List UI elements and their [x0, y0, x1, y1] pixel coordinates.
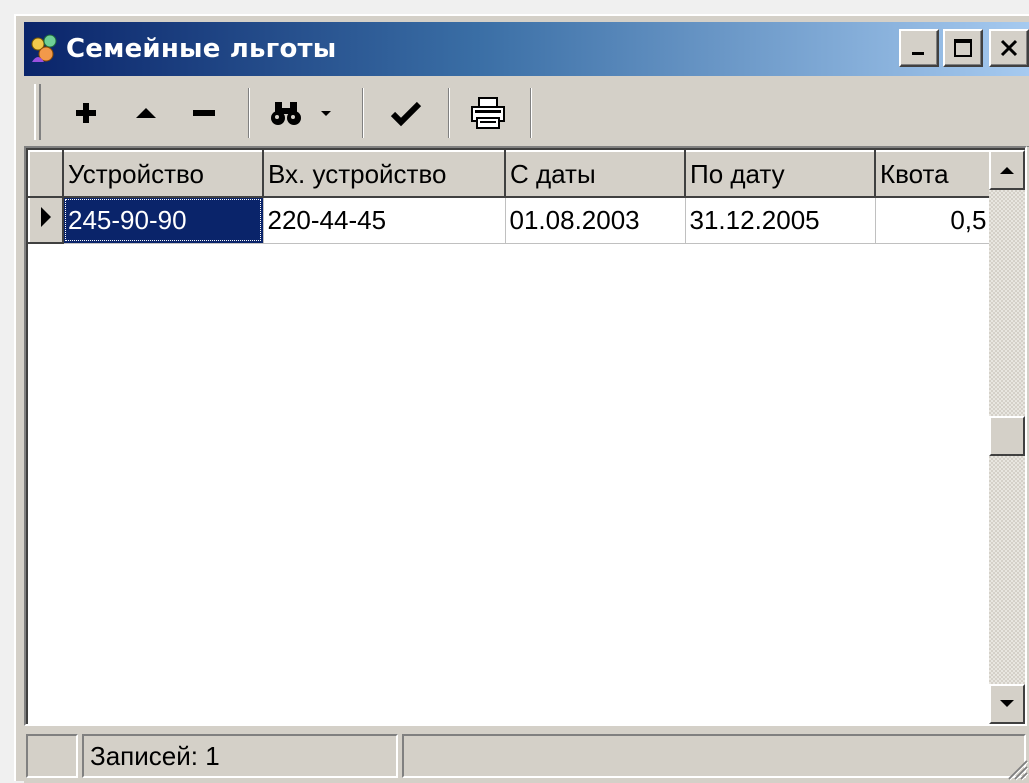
- title-bar[interactable]: Семейные льготы: [24, 22, 1029, 76]
- minus-icon: [193, 110, 215, 116]
- close-button[interactable]: [989, 29, 1029, 67]
- app-window: Семейные льготы Устройство Вх. устройств…: [14, 14, 1029, 783]
- toolbar-separator: [448, 88, 450, 138]
- delete-button[interactable]: [182, 90, 226, 136]
- toolbar-grip[interactable]: [34, 84, 41, 140]
- status-bar: Записей: 1: [24, 728, 1029, 783]
- close-icon: [1000, 39, 1018, 57]
- scroll-up-button[interactable]: [989, 150, 1025, 190]
- data-grid: Устройство Вх. устройство С даты По дату…: [24, 146, 1027, 726]
- row-indicator[interactable]: [28, 196, 64, 244]
- maximize-icon: [954, 39, 972, 57]
- vertical-scrollbar[interactable]: [989, 150, 1025, 724]
- cell-to-date[interactable]: 31.12.2005: [685, 197, 876, 244]
- records-table: Устройство Вх. устройство С даты По дату…: [28, 150, 992, 244]
- cell-in-device[interactable]: 220-44-45: [263, 197, 506, 244]
- column-header-in-device[interactable]: Вх. устройство: [262, 150, 506, 198]
- find-dropdown-button[interactable]: [314, 90, 338, 136]
- toolbar-separator: [362, 88, 364, 138]
- print-button[interactable]: [462, 90, 514, 136]
- column-header-device[interactable]: Устройство: [62, 150, 264, 198]
- binoculars-icon: [271, 102, 301, 125]
- maximize-button[interactable]: [943, 29, 983, 67]
- plus-icon: [76, 103, 96, 123]
- toolbar-separator: [530, 88, 532, 138]
- header-indicator: [28, 150, 64, 198]
- minimize-icon: [912, 52, 924, 55]
- scroll-down-button[interactable]: [989, 684, 1025, 724]
- edit-button[interactable]: [124, 90, 168, 136]
- window-title: Семейные льготы: [66, 34, 337, 64]
- resize-grip-icon[interactable]: [1003, 755, 1029, 781]
- table-header-row: Устройство Вх. устройство С даты По дату…: [28, 150, 992, 198]
- cell-device[interactable]: 245-90-90: [63, 197, 264, 244]
- toolbar-separator: [248, 88, 250, 138]
- arrow-up-icon: [1000, 167, 1014, 174]
- cell-from-date[interactable]: 01.08.2003: [505, 197, 686, 244]
- arrow-down-icon: [1000, 700, 1014, 707]
- find-button[interactable]: [260, 90, 312, 136]
- checkmark-icon: [390, 101, 422, 127]
- scroll-thumb[interactable]: [989, 416, 1025, 456]
- column-header-from-date[interactable]: С даты: [504, 150, 686, 198]
- row-pointer-icon: [41, 206, 51, 227]
- family-people-icon: [31, 34, 57, 62]
- triangle-up-icon: [136, 108, 156, 118]
- apply-button[interactable]: [380, 90, 432, 136]
- minimize-button[interactable]: [899, 29, 939, 67]
- status-panel-spare: [402, 734, 1026, 778]
- status-panel-empty: [26, 734, 78, 778]
- column-header-quota[interactable]: Квота: [874, 150, 992, 198]
- printer-icon: [471, 97, 505, 129]
- chevron-down-icon: [321, 111, 331, 116]
- column-header-to-date[interactable]: По дату: [684, 150, 876, 198]
- toolbar: [24, 76, 1029, 147]
- table-row[interactable]: 245-90-90 220-44-45 01.08.2003 31.12.200…: [28, 196, 992, 244]
- add-button[interactable]: [64, 90, 108, 136]
- status-records: Записей: 1: [82, 734, 398, 778]
- cell-quota[interactable]: 0,5: [875, 197, 992, 244]
